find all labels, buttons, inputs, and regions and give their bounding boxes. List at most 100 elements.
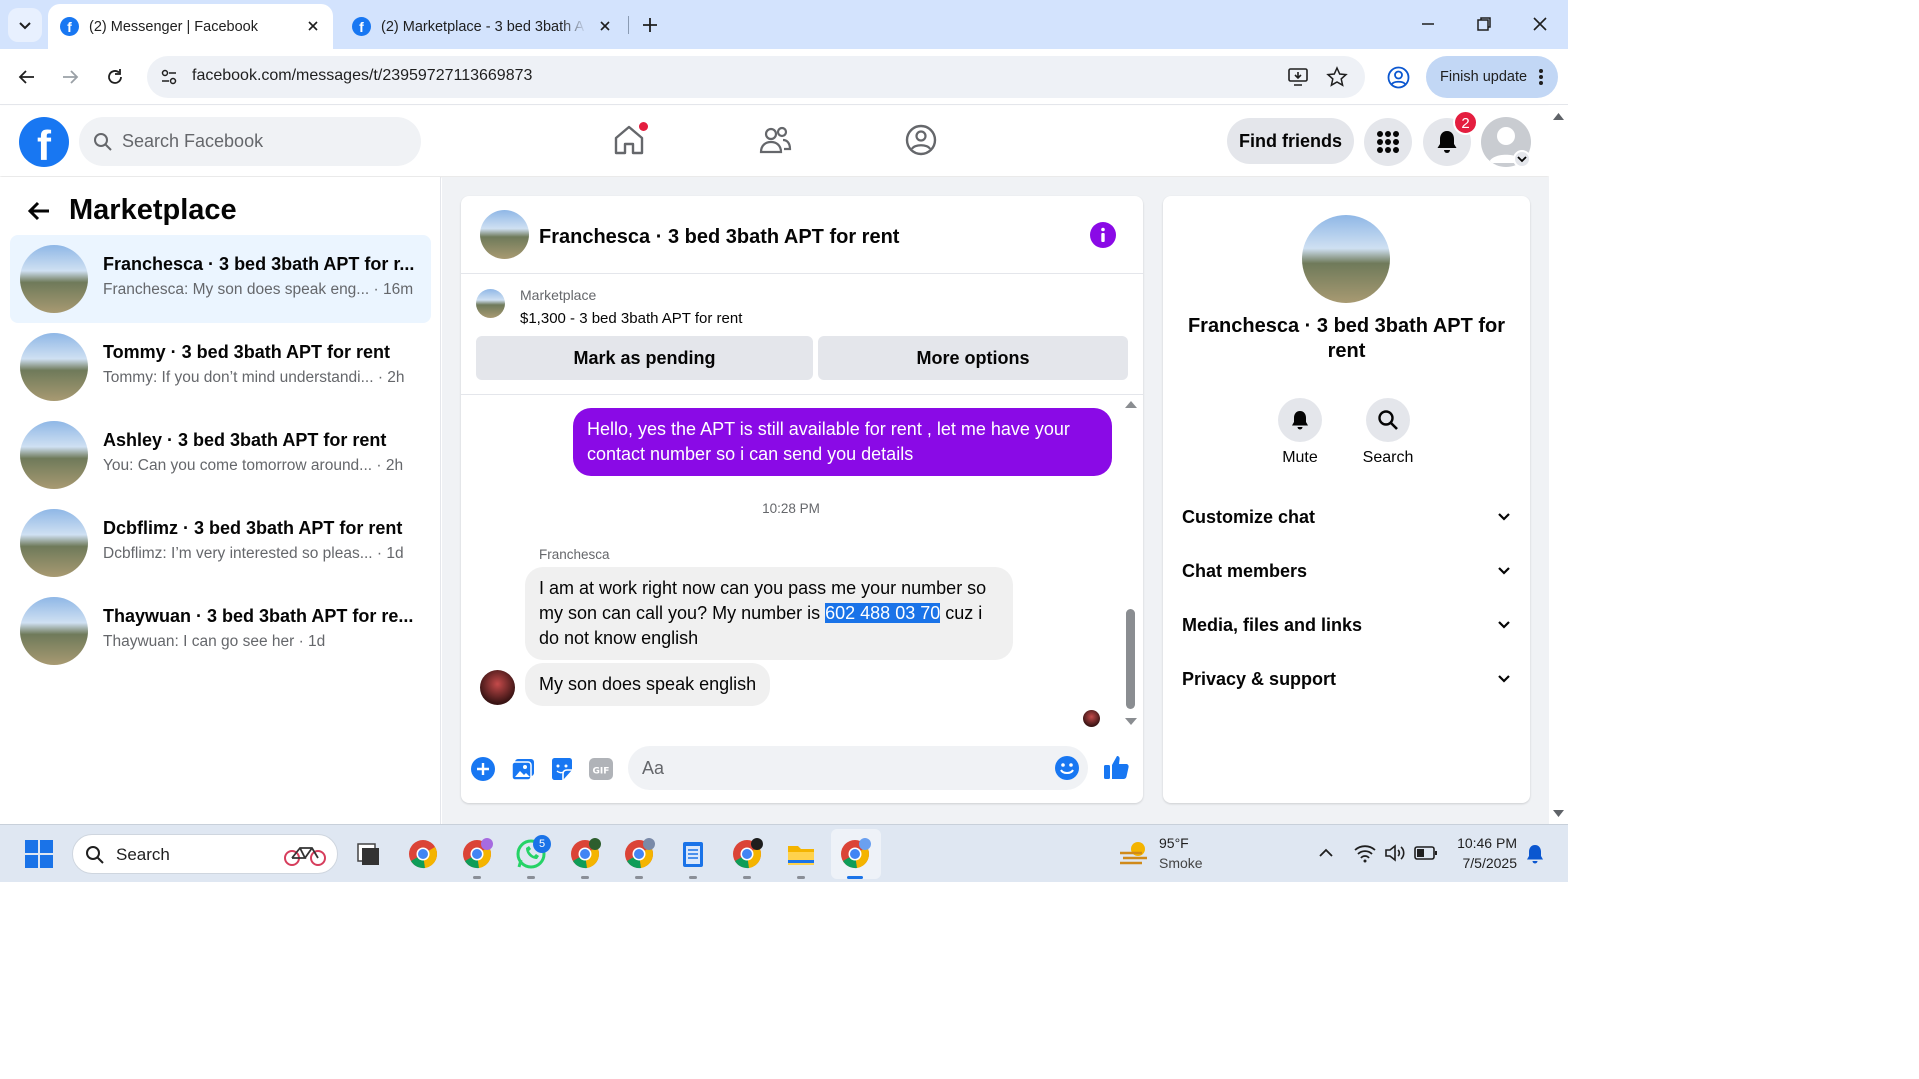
search-conversation-button[interactable]: Search — [1348, 398, 1428, 467]
sender-avatar[interactable] — [480, 670, 515, 705]
notepad-icon[interactable] — [677, 838, 709, 870]
task-view-icon[interactable] — [352, 838, 384, 870]
close-window-icon[interactable] — [1530, 14, 1550, 34]
account-chevron-icon[interactable] — [1513, 150, 1531, 168]
weather-haze-icon[interactable] — [1118, 839, 1150, 869]
scroll-down-arrow-icon[interactable] — [1553, 810, 1564, 818]
find-friends-button[interactable]: Find friends — [1227, 118, 1354, 164]
outgoing-message[interactable]: Hello, yes the APT is still available fo… — [573, 408, 1112, 476]
tab-messenger[interactable]: f (2) Messenger | Facebook — [48, 4, 333, 49]
chrome-profile-icon[interactable] — [461, 838, 493, 870]
friends-icon[interactable] — [757, 122, 793, 158]
minimize-icon[interactable] — [1418, 14, 1438, 34]
chrome-active-icon[interactable] — [839, 838, 871, 870]
running-indicator — [689, 876, 697, 879]
conversation-item[interactable]: Dcbflimz · 3 bed 3bath APT for rent Dcbf… — [10, 499, 431, 587]
facebook-search-input[interactable]: Search Facebook — [79, 117, 421, 166]
site-info-icon[interactable] — [159, 67, 179, 87]
chevron-up-icon[interactable] — [1318, 846, 1334, 860]
listing-thumbnail[interactable] — [476, 289, 505, 318]
conversation-item[interactable]: Tommy · 3 bed 3bath APT for rent Tommy: … — [10, 323, 431, 411]
finish-update-button[interactable]: Finish update — [1426, 56, 1558, 98]
conversation-item[interactable]: Thaywuan · 3 bed 3bath APT for re... Tha… — [10, 587, 431, 675]
emoji-icon[interactable] — [1054, 755, 1080, 781]
weather-temperature[interactable]: 95°F — [1159, 835, 1189, 851]
media-files-links-section[interactable]: Media, files and links — [1182, 605, 1512, 645]
restore-icon[interactable] — [1474, 14, 1494, 34]
photo-icon[interactable] — [510, 756, 536, 782]
clock-time[interactable]: 10:46 PM — [1455, 835, 1517, 851]
message-timestamp: 10:28 PM — [762, 501, 820, 516]
notification-bell-icon[interactable] — [1525, 843, 1545, 865]
privacy-support-section[interactable]: Privacy & support — [1182, 659, 1512, 699]
chat-header: Franchesca · 3 bed 3bath APT for rent — [461, 196, 1143, 274]
chevron-down-icon — [1498, 567, 1510, 575]
clock-date[interactable]: 7/5/2025 — [1455, 855, 1518, 871]
gif-icon[interactable]: GIF — [588, 756, 614, 782]
message-list[interactable]: Hello, yes the APT is still available fo… — [461, 394, 1143, 736]
grid-icon — [1377, 131, 1399, 153]
chrome-profile-icon[interactable] — [623, 838, 655, 870]
chat-members-section[interactable]: Chat members — [1182, 551, 1512, 591]
section-label: Privacy & support — [1182, 669, 1337, 689]
groups-icon[interactable] — [903, 122, 939, 158]
tab-search-button[interactable] — [8, 8, 42, 42]
windows-start-icon[interactable] — [25, 840, 53, 868]
incoming-message[interactable]: My son does speak english — [525, 663, 771, 706]
volume-icon[interactable] — [1384, 843, 1406, 863]
back-arrow-icon[interactable] — [11, 61, 43, 93]
chrome-profile-icon[interactable] — [731, 838, 763, 870]
battery-icon[interactable] — [1414, 844, 1438, 862]
mark-as-pending-button[interactable]: Mark as pending — [476, 336, 813, 380]
page-scrollbar[interactable] — [1549, 106, 1568, 824]
message-input[interactable]: Aa — [628, 746, 1088, 790]
chat-title[interactable]: Franchesca · 3 bed 3bath APT for rent — [539, 226, 899, 249]
facebook-logo-icon[interactable]: f — [19, 117, 69, 167]
conversation-item[interactable]: Franchesca · 3 bed 3bath APT for r... Fr… — [10, 235, 431, 323]
close-tab-icon[interactable] — [303, 16, 323, 36]
bookmark-star-icon[interactable] — [1326, 66, 1348, 88]
chrome-profile-icon[interactable] — [569, 838, 601, 870]
tab-marketplace[interactable]: f (2) Marketplace - 3 bed 3bath A — [340, 4, 625, 49]
profile-icon[interactable] — [1387, 66, 1410, 89]
scroll-up-arrow-icon[interactable] — [1124, 399, 1138, 409]
message-composer: GIF Aa — [461, 741, 1143, 799]
mute-button[interactable]: Mute — [1260, 398, 1340, 467]
search-icon — [1378, 410, 1398, 430]
running-indicator — [473, 876, 481, 879]
wifi-icon[interactable] — [1354, 843, 1376, 863]
plus-circle-icon[interactable] — [470, 756, 496, 782]
more-options-button[interactable]: More options — [818, 336, 1128, 380]
listing-thumbnail — [20, 509, 88, 577]
menu-grid-button[interactable] — [1364, 118, 1412, 166]
file-explorer-icon[interactable] — [785, 838, 817, 870]
sticker-icon[interactable] — [549, 756, 575, 782]
more-vert-icon — [1539, 69, 1543, 85]
listing-price[interactable]: $1,300 - 3 bed 3bath APT for rent — [520, 310, 742, 327]
install-app-icon[interactable] — [1287, 66, 1309, 88]
conversation-preview: Franchesca: My son does speak eng... · 1… — [103, 281, 414, 298]
close-tab-icon[interactable] — [595, 16, 615, 36]
tab-divider — [628, 16, 629, 34]
customize-chat-section[interactable]: Customize chat — [1182, 497, 1512, 537]
taskbar-search-input[interactable]: Search — [72, 834, 338, 874]
address-bar[interactable]: facebook.com/messages/t/2395972711366987… — [147, 56, 1365, 98]
thumbs-up-icon[interactable] — [1102, 753, 1130, 781]
forward-arrow-icon[interactable] — [54, 61, 86, 93]
reload-icon[interactable] — [99, 61, 131, 93]
scroll-down-arrow-icon[interactable] — [1124, 717, 1138, 727]
back-arrow-icon[interactable] — [26, 198, 52, 224]
conversation-name: Franchesca · 3 bed 3bath APT for r... — [103, 254, 415, 274]
new-tab-icon[interactable] — [638, 13, 662, 37]
contact-avatar[interactable] — [1302, 215, 1390, 303]
scrollbar-thumb[interactable] — [1126, 609, 1135, 709]
search-label: Search — [1362, 449, 1414, 466]
conversation-item[interactable]: Ashley · 3 bed 3bath APT for rent You: C… — [10, 411, 431, 499]
weather-description[interactable]: Smoke — [1159, 855, 1203, 871]
chrome-icon[interactable] — [407, 838, 439, 870]
scroll-up-arrow-icon[interactable] — [1553, 112, 1564, 120]
incoming-message[interactable]: I am at work right now can you pass me y… — [525, 567, 1013, 660]
chat-avatar[interactable] — [480, 210, 529, 259]
facebook-favicon-icon: f — [60, 17, 79, 36]
info-icon[interactable] — [1090, 222, 1116, 248]
